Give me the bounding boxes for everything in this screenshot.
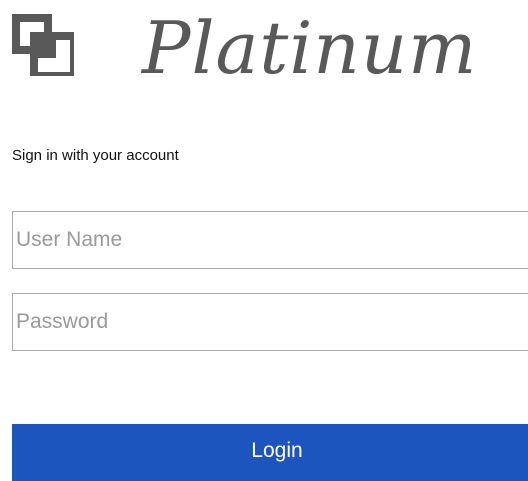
overlapping-squares-icon [12, 14, 74, 76]
login-button[interactable]: Login [12, 424, 528, 481]
sign-in-subtitle: Sign in with your account [12, 147, 179, 164]
username-input[interactable] [12, 211, 528, 269]
password-input[interactable] [12, 293, 528, 351]
brand-logo: Platinum [12, 8, 528, 92]
brand-name: Platinum [142, 6, 478, 90]
